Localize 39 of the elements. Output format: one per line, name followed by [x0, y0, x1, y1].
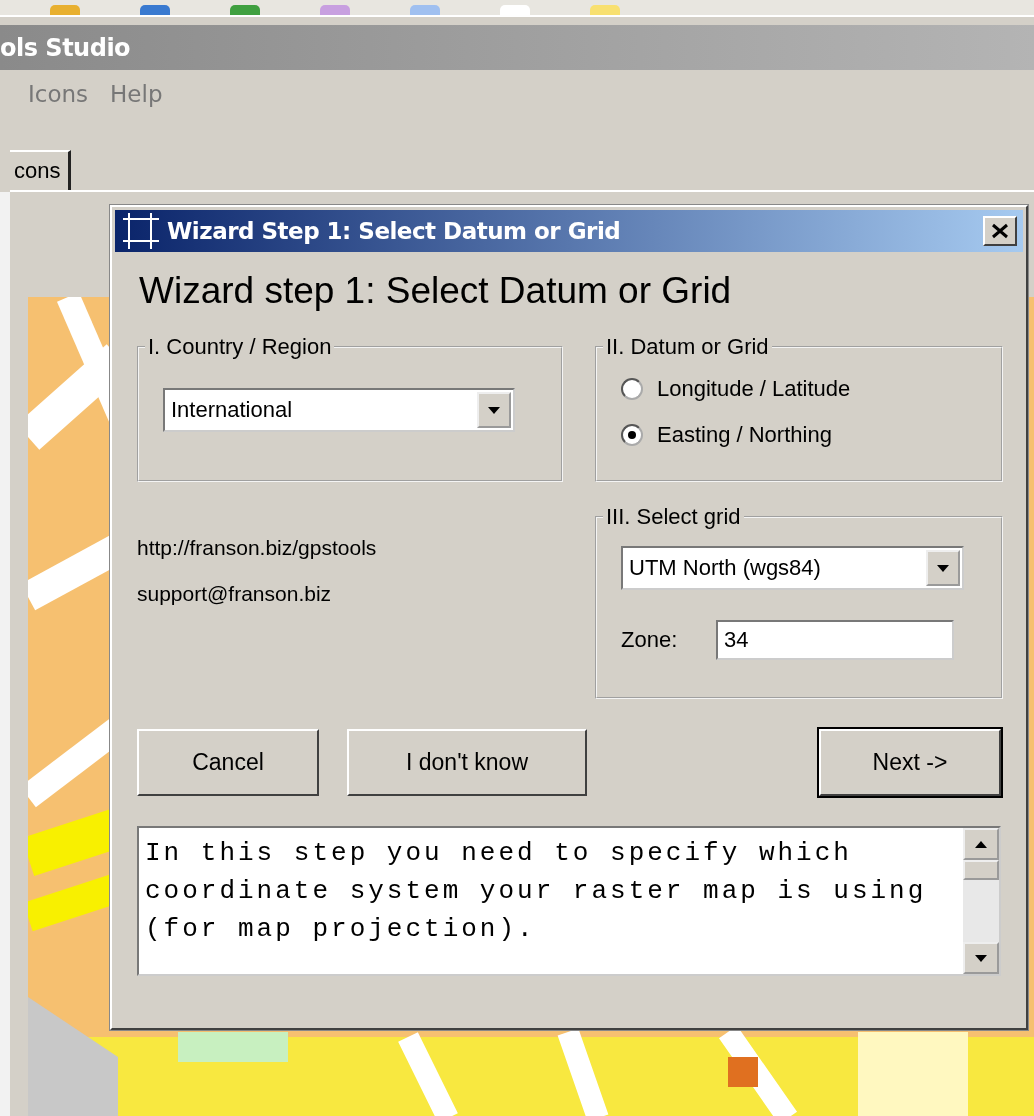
- button[interactable]: Cancel: [137, 729, 319, 796]
- toolbar-icon[interactable]: [50, 5, 80, 15]
- group-label: III. Select grid: [605, 504, 742, 530]
- link[interactable]: support@franson.biz: [137, 582, 563, 606]
- caret-icon: [488, 406, 500, 414]
- scroll-down-button[interactable]: [963, 942, 999, 974]
- caret-icon: [937, 564, 949, 572]
- close-icon: [991, 223, 1009, 239]
- up-arrow-icon: [975, 840, 987, 848]
- info-text: In this step you need to specify which coordinate system your raster map is using (for map projection).: [144, 837, 928, 946]
- dropdown[interactable]: UTM North (wgs84): [621, 546, 964, 590]
- button[interactable]: I don't know: [347, 729, 587, 796]
- button[interactable]: Next ->: [819, 729, 1001, 796]
- toolbar-icon[interactable]: [320, 5, 350, 15]
- group-label: II. Datum or Grid: [605, 334, 770, 360]
- toolbar-icon[interactable]: [410, 5, 440, 15]
- zone-field[interactable]: 34: [716, 620, 954, 660]
- dropdown[interactable]: International: [163, 388, 515, 432]
- dialog-heading: Wizard step 1: Select Datum or Grid: [139, 270, 733, 313]
- close-button[interactable]: [983, 216, 1017, 246]
- down-arrow-icon: [975, 954, 987, 962]
- scroll-thumb[interactable]: [963, 860, 999, 880]
- group-label: I. Country / Region: [147, 334, 333, 360]
- radio-button[interactable]: [621, 424, 643, 446]
- toolbar-icon[interactable]: [230, 5, 260, 15]
- scroll-up-button[interactable]: [963, 828, 999, 860]
- dialog-title: Wizard Step 1: Select Datum or Grid: [167, 218, 622, 244]
- dropdown-button[interactable]: [477, 392, 511, 428]
- toolbar-icon[interactable]: [140, 5, 170, 15]
- window-title: ols Studio: [0, 33, 131, 62]
- field-label: Zone:: [621, 627, 679, 653]
- radio-button[interactable]: [621, 378, 643, 400]
- link[interactable]: http://franson.biz/gpstools: [137, 536, 563, 560]
- grid-icon: [121, 211, 161, 251]
- radio-label: Longitude / Latitude: [657, 376, 851, 402]
- radio-label: Easting / Northing: [657, 422, 832, 448]
- dropdown-button[interactable]: [926, 550, 960, 586]
- tab[interactable]: cons: [10, 150, 72, 190]
- scrollbar[interactable]: [963, 828, 999, 974]
